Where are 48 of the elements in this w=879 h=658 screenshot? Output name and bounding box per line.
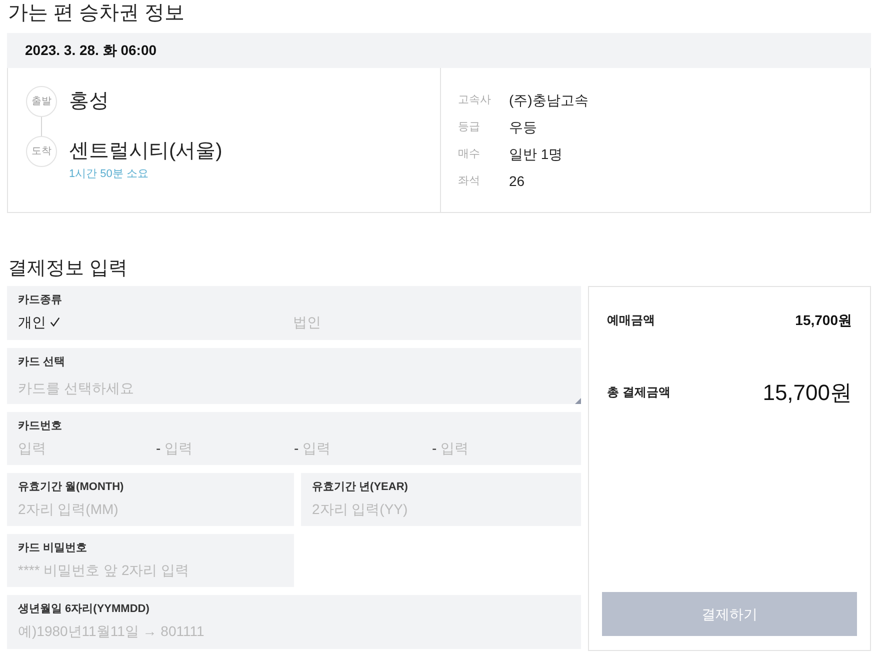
- field-label: 생년월일 6자리(YYMMDD): [18, 602, 150, 616]
- departure-marker: 출발: [26, 86, 57, 117]
- section-title: 결제정보 입력: [7, 257, 128, 281]
- input-field[interactable]: 입력: [440, 437, 570, 459]
- input-field-panel[interactable]: 카드 비밀번호 **** 비밀번호 앞 2자리 입력: [7, 534, 294, 587]
- card-select-field[interactable]: 카드를 선택하세요: [18, 377, 570, 399]
- section-title: 가는 편 승차권 정보: [7, 1, 186, 26]
- input-field-panel[interactable]: 유효기간 월(MONTH) 2자리 입력(MM): [7, 473, 294, 526]
- field-label: 유효기간 년(YEAR): [312, 480, 409, 494]
- input-field[interactable]: 입력: [18, 437, 156, 459]
- detail-label: 좌석: [458, 174, 481, 190]
- amount-value: 15,700원: [762, 378, 852, 406]
- input-field[interactable]: 예)1980년11월11일 → 801111: [18, 620, 570, 642]
- travel-duration: 1시간 50분 소요: [69, 167, 150, 181]
- input-field[interactable]: 2자리 입력(YY): [312, 498, 570, 520]
- departure-datetime: 2023. 3. 28. 화 06:00: [25, 41, 157, 60]
- field-label: 카드 비밀번호: [18, 541, 88, 555]
- arrival-marker: 도착: [26, 136, 57, 167]
- input-field-panel[interactable]: 유효기간 년(YEAR) 2자리 입력(YY): [301, 473, 581, 526]
- detail-label: 고속사: [458, 93, 492, 108]
- check-icon: [50, 317, 60, 327]
- input-field[interactable]: 2자리 입력(MM): [18, 498, 283, 520]
- detail-label: 매수: [458, 147, 481, 162]
- input-field[interactable]: 입력: [164, 437, 294, 459]
- field-label: 카드 선택: [18, 355, 66, 369]
- detail-value: (주)충남고속: [509, 91, 588, 110]
- card-type-option[interactable]: 개인: [18, 311, 293, 333]
- detail-label: 등급: [458, 120, 481, 136]
- departure-station: 홍성: [69, 89, 109, 114]
- route-line: [41, 117, 42, 136]
- detail-value: 일반 1명: [509, 145, 563, 164]
- amount-label: 총 결제금액: [607, 384, 670, 401]
- corner-triangle-icon: [575, 398, 581, 404]
- detail-value: 26: [509, 172, 525, 191]
- dash-text: -: [294, 438, 299, 458]
- input-field[interactable]: **** 비밀번호 앞 2자리 입력: [18, 559, 283, 581]
- dash-text: -: [432, 438, 437, 458]
- input-field-panel[interactable]: 생년월일 6자리(YYMMDD) 예)1980년11월11일 → 801111: [7, 595, 581, 649]
- dash-text: -: [156, 438, 161, 458]
- amount-value: 15,700원: [795, 310, 852, 330]
- input-field[interactable]: 입력: [302, 437, 432, 459]
- field-label: 카드번호: [18, 419, 63, 433]
- amount-label: 예매금액: [607, 312, 655, 329]
- detail-value: 우등: [509, 118, 537, 137]
- field-label: 카드종류: [18, 293, 63, 307]
- field-label: 유효기간 월(MONTH): [18, 480, 125, 494]
- card-select-panel[interactable]: 카드 선택 카드를 선택하세요: [7, 348, 581, 404]
- arrival-station: 센트럴시티(서울): [69, 139, 222, 164]
